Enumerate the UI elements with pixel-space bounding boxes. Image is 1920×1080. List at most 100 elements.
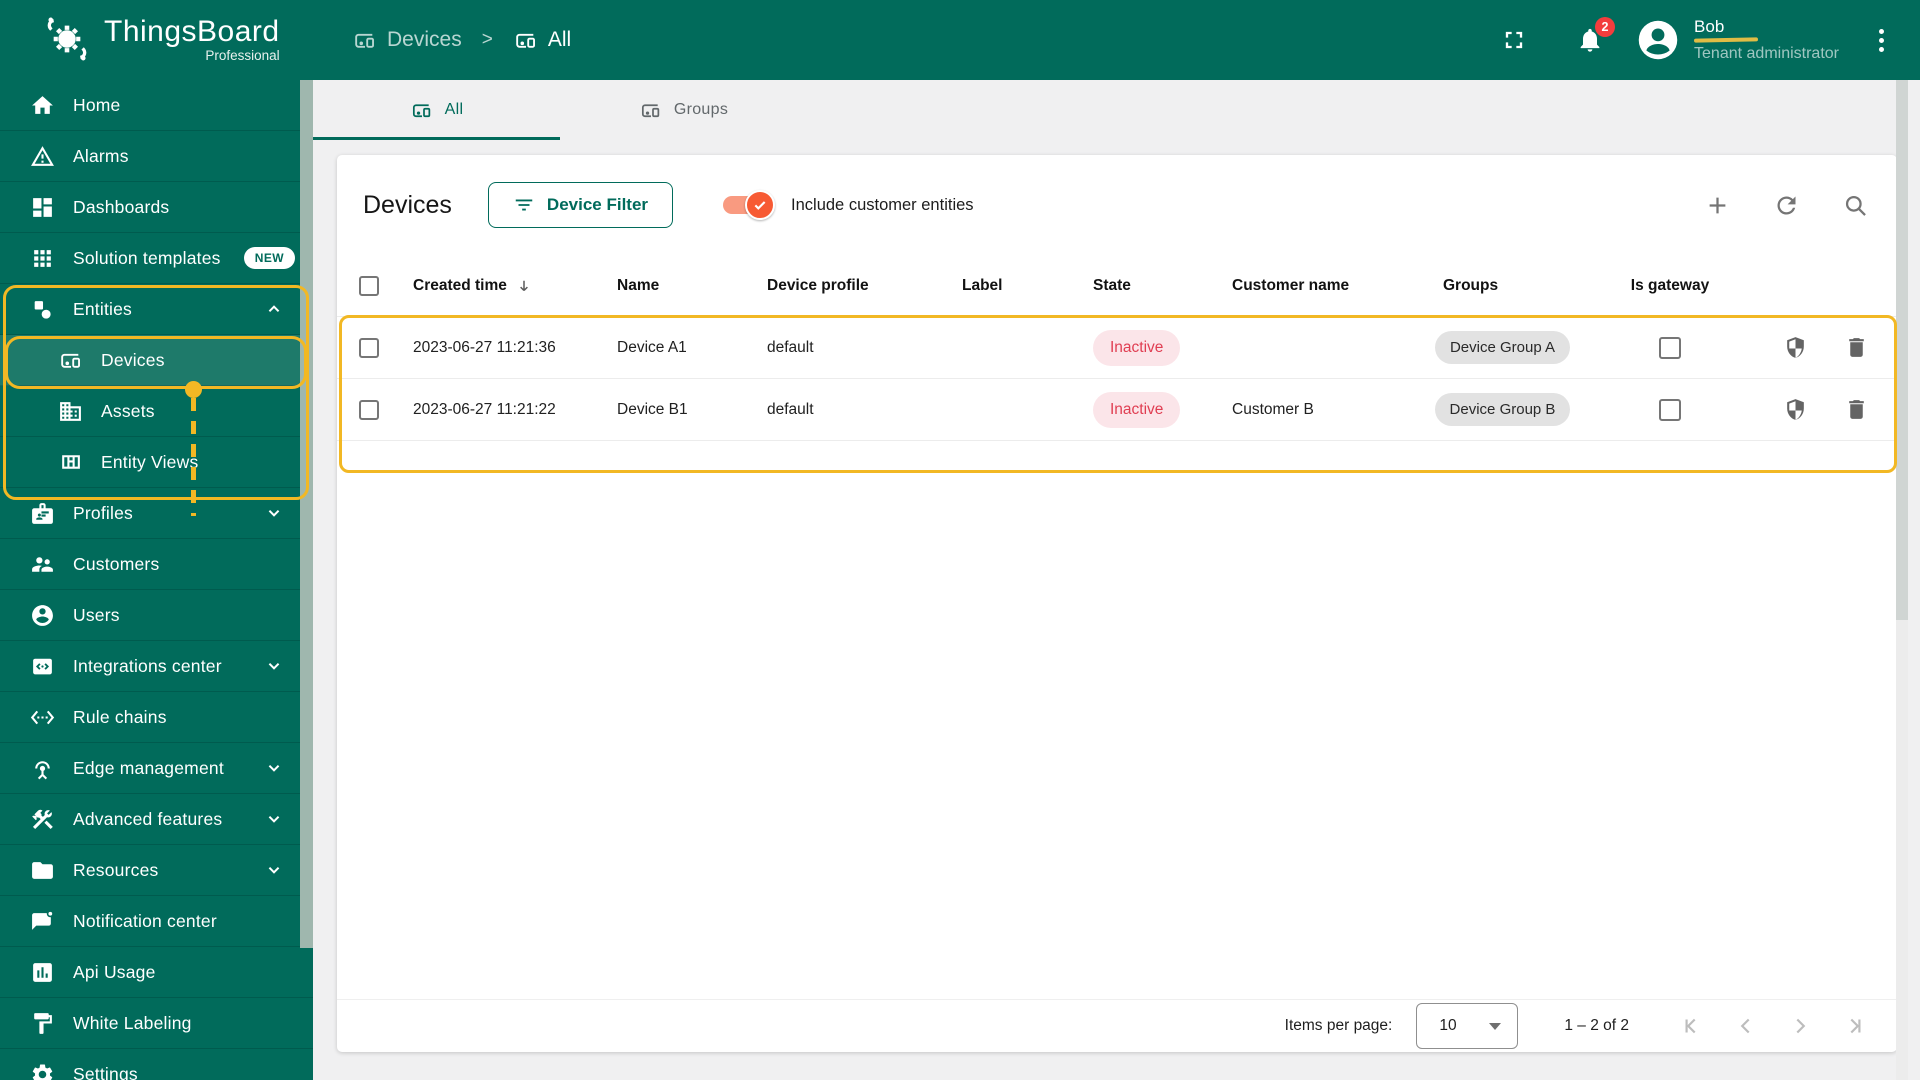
app-logo[interactable]: ThingsBoard Professional	[42, 14, 280, 64]
sidebar-item-api-usage[interactable]: Api Usage	[0, 947, 313, 998]
sidebar-item-alarms[interactable]: Alarms	[0, 131, 313, 182]
sidebar-item-rule-chains[interactable]: Rule chains	[0, 692, 313, 743]
user-name: Bob	[1694, 17, 1725, 36]
account-circle-icon	[30, 603, 55, 628]
sidebar-item-notification-center[interactable]: Notification center	[0, 896, 313, 947]
filter-icon	[515, 199, 533, 211]
select-all-checkbox[interactable]	[359, 275, 379, 296]
is-gateway-checkbox[interactable]	[1659, 398, 1681, 421]
column-header-label[interactable]: Label	[950, 277, 1060, 295]
badge-icon	[30, 501, 55, 526]
table-row-device-a1[interactable]: 2023-06-27 11:21:36 Device A1 default In…	[337, 317, 1897, 379]
status-badge-inactive: Inactive	[1093, 329, 1181, 366]
breadcrumb-devices[interactable]: Devices	[352, 28, 462, 53]
tab-bar: All Groups	[313, 80, 1920, 140]
devices-icon	[58, 348, 83, 373]
sidebar-item-devices[interactable]: Devices	[0, 335, 313, 386]
sidebar-item-solution-templates[interactable]: Solution templates NEW	[0, 233, 313, 284]
topbar: ThingsBoard Professional Devices > All 2…	[0, 0, 1920, 80]
trash-icon	[1849, 338, 1864, 357]
table-header-row: Created time Name Device profile Label S…	[337, 255, 1897, 317]
column-header-created-time[interactable]: Created time	[401, 277, 605, 295]
device-filter-button[interactable]: Device Filter	[487, 182, 674, 228]
tab-groups[interactable]: Groups	[560, 80, 807, 140]
page-size-select[interactable]: 10	[1416, 1003, 1519, 1049]
toggle-thumb-check-icon	[745, 190, 776, 220]
delete-button[interactable]	[1844, 335, 1869, 360]
delete-button[interactable]	[1844, 397, 1869, 422]
sidebar-item-dashboards[interactable]: Dashboards	[0, 182, 313, 233]
page-scrollbar-thumb[interactable]	[1896, 80, 1908, 620]
fullscreen-button[interactable]	[1500, 26, 1528, 54]
last-page-icon	[1850, 1018, 1861, 1034]
table-row-device-b1[interactable]: 2023-06-27 11:21:22 Device B1 default In…	[337, 379, 1897, 441]
row-checkbox[interactable]	[359, 399, 379, 420]
chevron-down-icon	[263, 757, 285, 779]
app-edition: Professional	[205, 47, 280, 63]
sidebar-item-assets[interactable]: Assets	[0, 386, 313, 437]
cell-created-time: 2023-06-27 11:21:36	[413, 338, 556, 356]
sidebar-item-advanced-features[interactable]: Advanced features	[0, 794, 313, 845]
sidebar-item-customers[interactable]: Customers	[0, 539, 313, 590]
sidebar-item-resources[interactable]: Resources	[0, 845, 313, 896]
table-toolbar: Devices Device Filter Include customer e…	[337, 155, 1897, 255]
add-device-button[interactable]	[1704, 192, 1731, 219]
folder-icon	[30, 858, 55, 883]
sidebar-item-home[interactable]: Home	[0, 80, 313, 131]
sidebar-item-settings[interactable]: Settings	[0, 1049, 313, 1080]
column-header-device-profile[interactable]: Device profile	[755, 277, 950, 295]
sidebar-item-entity-views[interactable]: Entity Views	[0, 437, 313, 488]
chevron-down-icon	[263, 655, 285, 677]
first-page-button[interactable]	[1673, 1007, 1711, 1045]
sidebar-item-users[interactable]: Users	[0, 590, 313, 641]
integration-icon	[30, 654, 55, 679]
sidebar-item-entities[interactable]: Entities	[0, 284, 313, 335]
chevron-up-icon	[263, 298, 285, 320]
column-header-customer-name[interactable]: Customer name	[1210, 277, 1395, 295]
sidebar-item-edge-management[interactable]: Edge management	[0, 743, 313, 794]
user-menu[interactable]: Bob Tenant administrator	[1693, 17, 1839, 63]
dashboard-icon	[30, 195, 55, 220]
sidebar-item-label: Entities	[73, 298, 132, 319]
is-gateway-checkbox[interactable]	[1659, 336, 1681, 359]
sidebar-item-profiles[interactable]: Profiles	[0, 488, 313, 539]
tab-all-label: All	[444, 101, 464, 118]
column-header-state[interactable]: State	[1060, 277, 1210, 295]
sidebar-item-label: Home	[73, 94, 121, 115]
breadcrumb-separator: >	[481, 29, 493, 50]
sidebar-item-integrations-center[interactable]: Integrations center	[0, 641, 313, 692]
antenna-icon	[30, 756, 55, 781]
security-shield-button[interactable]	[1783, 335, 1808, 360]
page-scrollbar[interactable]	[1896, 80, 1908, 1080]
tab-all[interactable]: All	[313, 80, 560, 140]
column-header-groups[interactable]: Groups	[1395, 277, 1610, 295]
sidebar-item-label: Rule chains	[73, 706, 167, 727]
ethernet-icon	[30, 705, 55, 730]
sidebar-item-white-labeling[interactable]: White Labeling	[0, 998, 313, 1049]
search-button[interactable]	[1842, 192, 1869, 219]
notification-count-badge: 2	[1595, 17, 1616, 37]
more-menu-button[interactable]	[1875, 25, 1888, 56]
include-customer-entities-toggle[interactable]	[723, 190, 776, 220]
sidebar-item-label: Edge management	[73, 757, 224, 778]
app-name: ThingsBoard	[104, 14, 280, 48]
group-chip[interactable]: Device Group A	[1434, 331, 1571, 364]
chevron-down-icon	[263, 859, 285, 881]
group-chip[interactable]: Device Group B	[1434, 393, 1571, 426]
last-page-button[interactable]	[1835, 1007, 1873, 1045]
column-header-name[interactable]: Name	[605, 277, 755, 295]
chart-icon	[30, 960, 55, 985]
devices-icon	[641, 103, 660, 117]
avatar[interactable]	[1636, 18, 1680, 62]
thingsboard-logo-icon	[42, 14, 92, 64]
security-shield-button[interactable]	[1783, 397, 1808, 422]
previous-page-button[interactable]	[1727, 1007, 1765, 1045]
next-page-button[interactable]	[1781, 1007, 1819, 1045]
breadcrumb-all[interactable]: All	[513, 28, 571, 53]
column-header-is-gateway[interactable]: Is gateway	[1631, 277, 1709, 295]
message-icon	[30, 909, 55, 934]
row-checkbox[interactable]	[359, 337, 379, 358]
notifications-button[interactable]: 2	[1576, 17, 1616, 54]
page-title: Devices	[363, 190, 452, 219]
refresh-button[interactable]	[1773, 192, 1800, 219]
